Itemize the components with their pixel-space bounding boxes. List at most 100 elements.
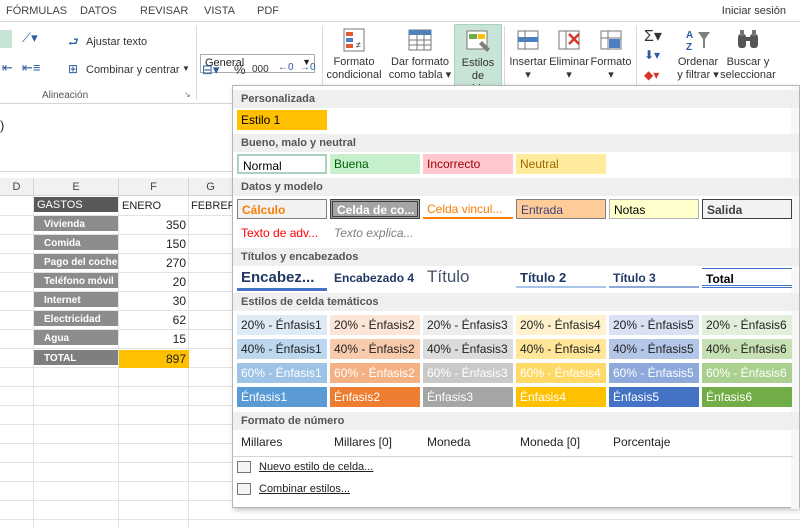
tab-data[interactable]: DATOS <box>80 5 117 17</box>
style-percent[interactable]: Porcentaje <box>609 432 699 452</box>
increase-decimal-icon[interactable]: ←0 <box>278 62 294 73</box>
style-title[interactable]: Título <box>423 266 513 290</box>
style-good[interactable]: Buena <box>330 154 420 174</box>
style-note[interactable]: Notas <box>609 199 699 219</box>
style-20-accent5[interactable]: 20% - Énfasis5 <box>609 315 699 335</box>
style-warning-text[interactable]: Texto de adv... <box>237 223 327 243</box>
table-row-label[interactable]: Teléfono móvil <box>34 273 118 290</box>
table-row-label[interactable]: Vivienda <box>34 216 118 233</box>
merge-styles-item[interactable]: Combinar estilos... <box>237 479 350 499</box>
find-select-button[interactable]: Buscar y seleccionar ▾ <box>716 24 780 94</box>
style-20-accent4[interactable]: 20% - Énfasis4 <box>516 315 606 335</box>
thousands-button[interactable]: 000 <box>252 64 269 75</box>
style-neutral[interactable]: Neutral <box>516 154 606 174</box>
style-20-accent2[interactable]: 20% - Énfasis2 <box>330 315 420 335</box>
table-row-label[interactable]: Electricidad <box>34 311 118 328</box>
cell-gastos-header[interactable]: GASTOS <box>34 197 118 214</box>
style-heading-4[interactable]: Encabezado 4 <box>330 268 420 288</box>
table-row-label[interactable]: Internet <box>34 292 118 309</box>
format-as-table-button[interactable]: Dar formato como tabla ▾ <box>388 24 452 90</box>
tab-pdf[interactable]: PDF <box>257 5 279 17</box>
style-40-accent4[interactable]: 40% - Énfasis4 <box>516 339 606 359</box>
style-bad[interactable]: Incorrecto <box>423 154 513 174</box>
conditional-format-button[interactable]: ≠ Formato condicional ▾ <box>324 24 384 94</box>
currency-icon[interactable]: ⊟▾ <box>202 62 219 78</box>
merge-dropdown-icon[interactable]: ▼ <box>182 64 190 73</box>
style-normal[interactable]: Normal <box>237 154 327 174</box>
tab-view[interactable]: VISTA <box>204 5 235 17</box>
style-check-cell[interactable]: Celda de co... <box>330 199 420 219</box>
sign-in-link[interactable]: Iniciar sesión <box>722 5 786 17</box>
column-header-e[interactable]: E <box>34 178 119 196</box>
column-header-f[interactable]: F <box>119 178 189 196</box>
style-60-accent3[interactable]: 60% - Énfasis3 <box>423 363 513 383</box>
wrap-text-button[interactable]: Ajustar texto <box>86 36 147 48</box>
style-40-accent6[interactable]: 40% - Énfasis6 <box>702 339 792 359</box>
style-accent4[interactable]: Énfasis4 <box>516 387 606 407</box>
cell-enero-header[interactable]: ENERO <box>122 200 161 212</box>
decrease-indent-icon[interactable]: ⇤ <box>2 60 13 76</box>
style-output[interactable]: Salida <box>702 199 792 219</box>
insert-button[interactable]: Insertar ▾ <box>508 24 548 90</box>
total-label-cell[interactable]: TOTAL <box>34 350 118 367</box>
style-60-accent6[interactable]: 60% - Énfasis6 <box>702 363 792 383</box>
style-custom-1[interactable]: Estilo 1 <box>237 110 327 130</box>
autosum-icon[interactable]: Σ▾ <box>644 26 662 46</box>
style-40-accent1[interactable]: 40% - Énfasis1 <box>237 339 327 359</box>
fill-icon[interactable]: ⬇▾ <box>644 48 660 62</box>
orientation-icon[interactable]: ⟋▾ <box>22 30 38 46</box>
increase-indent-icon[interactable]: ⇤≡ <box>22 60 40 76</box>
style-accent2[interactable]: Énfasis2 <box>330 387 420 407</box>
table-row-label[interactable]: Comida <box>34 235 118 252</box>
style-60-accent1[interactable]: 60% - Énfasis1 <box>237 363 327 383</box>
style-accent1[interactable]: Énfasis1 <box>237 387 327 407</box>
total-value-cell[interactable]: 897 <box>119 350 189 368</box>
style-60-accent5[interactable]: 60% - Énfasis5 <box>609 363 699 383</box>
table-row-label[interactable]: Agua <box>34 330 118 347</box>
style-comma-0[interactable]: Millares [0] <box>330 432 420 452</box>
style-linked-cell[interactable]: Celda vincul... <box>423 199 513 219</box>
dialog-launcher-icon[interactable]: ↘ <box>184 90 191 99</box>
style-accent5[interactable]: Énfasis5 <box>609 387 699 407</box>
style-40-accent5[interactable]: 40% - Énfasis5 <box>609 339 699 359</box>
style-accent3[interactable]: Énfasis3 <box>423 387 513 407</box>
tab-review[interactable]: REVISAR <box>140 5 188 17</box>
style-total[interactable]: Total <box>702 268 792 288</box>
style-explanatory-text[interactable]: Texto explica... <box>330 223 420 243</box>
delete-button[interactable]: Eliminar ▾ <box>548 24 590 90</box>
style-60-accent2[interactable]: 60% - Énfasis2 <box>330 363 420 383</box>
tab-formulas[interactable]: FÓRMULAS <box>6 5 67 17</box>
style-calculation[interactable]: Cálculo <box>237 199 327 219</box>
style-currency-0[interactable]: Moneda [0] <box>516 432 606 452</box>
style-accent6[interactable]: Énfasis6 <box>702 387 792 407</box>
style-20-accent6[interactable]: 20% - Énfasis6 <box>702 315 792 335</box>
column-header-d[interactable]: D <box>0 178 34 196</box>
column-header-g[interactable]: G <box>189 178 233 196</box>
table-row-value[interactable]: 270 <box>119 254 189 272</box>
percent-button[interactable]: % <box>234 62 246 77</box>
table-row-value[interactable]: 150 <box>119 235 189 253</box>
style-60-accent4[interactable]: 60% - Énfasis4 <box>516 363 606 383</box>
table-row-value[interactable]: 15 <box>119 330 189 348</box>
align-left-button[interactable] <box>0 30 12 48</box>
style-heading-1[interactable]: Encabez... <box>237 267 327 291</box>
style-40-accent3[interactable]: 40% - Énfasis3 <box>423 339 513 359</box>
merge-center-button[interactable]: Combinar y centrar <box>86 64 180 76</box>
table-row-label[interactable]: Pago del coche <box>34 254 118 271</box>
style-heading-3[interactable]: Título 3 <box>609 268 699 288</box>
table-row-value[interactable]: 30 <box>119 292 189 310</box>
style-heading-2[interactable]: Título 2 <box>516 268 606 288</box>
clear-icon[interactable]: ◆▾ <box>644 68 659 82</box>
format-button[interactable]: Formato ▾ <box>590 24 632 90</box>
new-cell-style-item[interactable]: Nuevo estilo de celda... <box>237 457 373 477</box>
style-20-accent1[interactable]: 20% - Énfasis1 <box>237 315 327 335</box>
style-currency[interactable]: Moneda <box>423 432 513 452</box>
table-row-value[interactable]: 62 <box>119 311 189 329</box>
decrease-decimal-icon[interactable]: →0 <box>300 62 316 73</box>
style-comma[interactable]: Millares <box>237 432 327 452</box>
cell-styles-button[interactable]: Estilos de celda ▾ <box>454 24 502 95</box>
style-input[interactable]: Entrada <box>516 199 606 219</box>
table-row-value[interactable]: 20 <box>119 273 189 291</box>
style-20-accent3[interactable]: 20% - Énfasis3 <box>423 315 513 335</box>
table-row-value[interactable]: 350 <box>119 216 189 234</box>
